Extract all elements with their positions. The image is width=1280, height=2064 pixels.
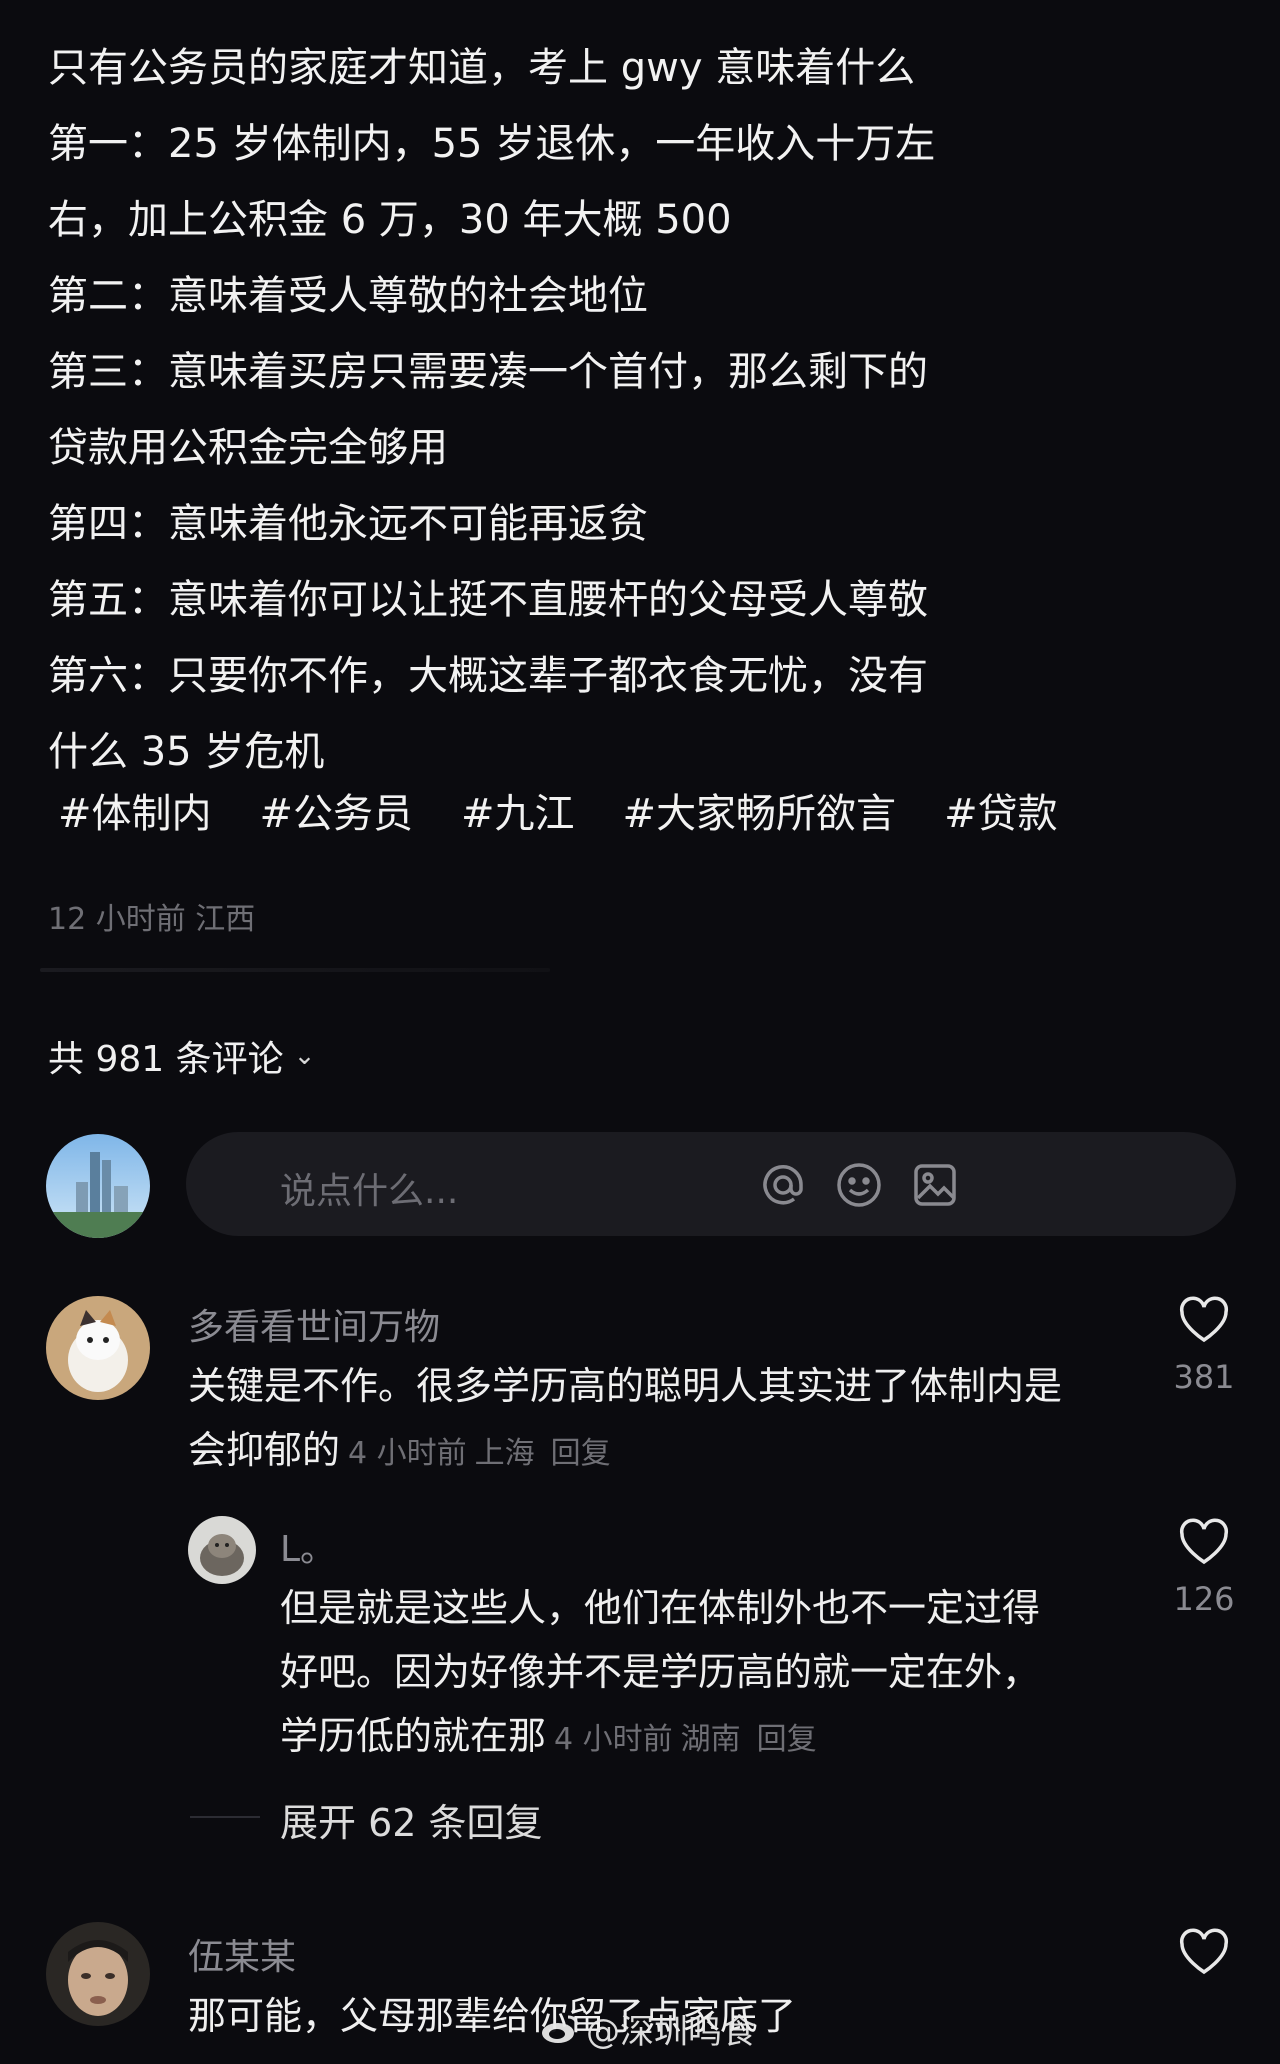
hashtag-link[interactable]: #贷款 (934, 786, 1058, 842)
watermark-text: @深圳鸣食 (586, 2012, 756, 2052)
hashtag-link[interactable]: #大家畅所欲言 (613, 786, 897, 842)
post-line: 第三：意味着买房只需要凑一个首付，那么剩下的 (48, 349, 928, 395)
comment-text-line: 好吧。因为好像并不是学历高的就一定在外， (280, 1650, 1041, 1694)
reply-button[interactable]: 回复 (757, 1722, 817, 1757)
comment-text-line: 会抑郁的 (188, 1428, 341, 1472)
like-button[interactable] (1164, 1928, 1244, 1980)
post-line: 右，加上公积金 6 万，30 年大概 500 (48, 197, 732, 243)
post-line: 只有公务员的家庭才知道，考上 gwy 意味着什么 (48, 45, 916, 91)
heart-icon (1179, 1518, 1229, 1565)
comment-count-toggle[interactable]: 共 981 条评论 ⌄ (48, 1030, 315, 1082)
comment-location: 湖南 (680, 1722, 741, 1757)
post-line: 第一：25 岁体制内，55 岁退休，一年收入十万左 (48, 121, 936, 167)
comment-username[interactable]: 伍某某 (188, 1928, 296, 1980)
at-icon[interactable] (758, 1160, 808, 1210)
post-line: 第四：意味着他永远不可能再返贫 (48, 501, 648, 547)
hashtag-link[interactable]: #九江 (451, 786, 575, 842)
post-body: 只有公务员的家庭才知道，考上 gwy 意味着什么 第一：25 岁体制内，55 岁… (48, 30, 1168, 790)
expand-replies-button[interactable]: 展开 62 条回复 (280, 1792, 543, 1847)
avatar[interactable] (46, 1296, 150, 1400)
comment-input-placeholder: 说点什么... (280, 1171, 459, 1212)
comment-text-line: 学历低的就在那 (280, 1714, 547, 1758)
post-line: 第二：意味着受人尊敬的社会地位 (48, 273, 648, 319)
comment-text: 但是就是这些人，他们在体制外也不一定过得 好吧。因为好像并不是学历高的就一定在外… (280, 1576, 1120, 1772)
comment-composer: 说点什么... (46, 1132, 1236, 1238)
avatar[interactable] (46, 1134, 150, 1238)
post-line: 第六：只要你不作，大概这辈子都衣食无忧，没有 (48, 653, 928, 699)
avatar[interactable] (188, 1516, 256, 1584)
post-line: 贷款用公积金完全够用 (48, 425, 448, 471)
comment-text-line: 关键是不作。很多学历高的聪明人其实进了体制内是 (188, 1364, 1063, 1408)
post-line: 什么 35 岁危机 (48, 729, 325, 775)
comment-username[interactable]: L。 (280, 1520, 336, 1572)
comment-text-line-with-meta: 学历低的就在那 4 小时前 湖南 回复 (280, 1704, 1120, 1772)
hashtag-list: #体制内 #公务员 #九江 #大家畅所欲言 #贷款 (48, 786, 1058, 842)
comment-text-line: 但是就是这些人，他们在体制外也不一定过得 (280, 1586, 1041, 1630)
hashtag-link[interactable]: #体制内 (48, 786, 212, 842)
like-button[interactable]: 126 (1164, 1518, 1244, 1618)
like-count: 126 (1173, 1580, 1235, 1618)
expand-divider (190, 1816, 260, 1818)
emoji-icon[interactable] (834, 1160, 884, 1210)
hashtag-link[interactable]: #公务员 (250, 786, 414, 842)
weibo-logo-icon (542, 2015, 579, 2043)
chevron-down-icon: ⌄ (293, 1041, 316, 1071)
comment-text-line-with-meta: 会抑郁的 4 小时前 上海 回复 (188, 1418, 1128, 1486)
post-meta: 12 小时前 江西 (48, 902, 256, 937)
heart-icon (1179, 1928, 1229, 1975)
like-count: 381 (1173, 1358, 1235, 1396)
image-icon[interactable] (910, 1160, 960, 1210)
comment-text: 关键是不作。很多学历高的聪明人其实进了体制内是 会抑郁的 4 小时前 上海 回复 (188, 1354, 1128, 1486)
post-line: 第五：意味着你可以让挺不直腰杆的父母受人尊敬 (48, 577, 928, 623)
comment-location: 上海 (474, 1436, 535, 1471)
like-button[interactable]: 381 (1164, 1296, 1244, 1396)
comment-username[interactable]: 多看看世间万物 (188, 1298, 440, 1350)
heart-icon (1179, 1296, 1229, 1343)
divider (40, 968, 550, 972)
comment-time: 4 小时前 (554, 1722, 673, 1757)
comment-time: 4 小时前 (348, 1436, 467, 1471)
watermark: @深圳鸣食 (540, 2004, 756, 2053)
comment-input[interactable]: 说点什么... (186, 1132, 1236, 1236)
comment-count-label: 共 981 条评论 (48, 1039, 284, 1080)
reply-button[interactable]: 回复 (551, 1436, 611, 1471)
avatar[interactable] (46, 1922, 150, 2026)
